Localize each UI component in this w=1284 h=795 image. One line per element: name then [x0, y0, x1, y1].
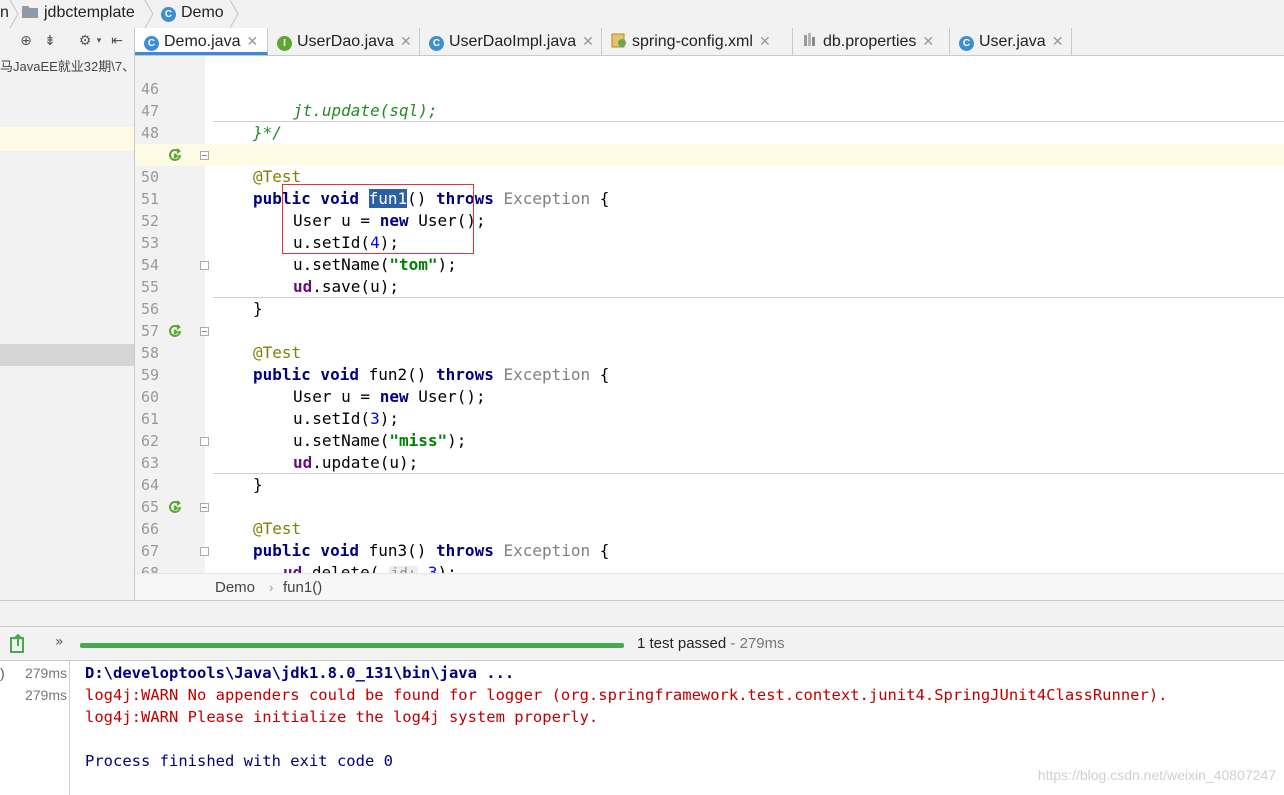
breadcrumb-method[interactable]: fun1() — [283, 579, 322, 596]
code-line-47[interactable]: 47 }*/ — [135, 78, 1284, 142]
folder-icon — [22, 6, 38, 18]
fold-icon[interactable] — [200, 151, 209, 160]
project-tree-selected-row[interactable] — [0, 344, 134, 366]
code-line-55[interactable]: 55 } — [135, 254, 1284, 318]
console-warning-line: log4j:WARN No appenders could be found f… — [85, 686, 1168, 704]
class-icon: C — [959, 36, 974, 51]
tab-userdao-java[interactable]: I UserDao.java ✕ — [268, 28, 420, 55]
spring-xml-icon — [611, 33, 626, 48]
code-line-58[interactable]: 58 public void fun2() throws Exception { — [135, 320, 1284, 384]
tab-label: UserDao.java — [297, 33, 394, 50]
run-test-icon[interactable] — [167, 499, 183, 515]
close-icon[interactable]: ✕ — [400, 33, 412, 49]
code-line-46[interactable]: 46 jt.update(sql); — [135, 56, 1284, 120]
code-line-50[interactable]: 50 public void fun1() throws Exception { — [135, 144, 1284, 208]
breadcrumb-file-label: Demo — [181, 4, 224, 21]
chevron-right-icon — [143, 0, 155, 28]
chevron-right-icon — [8, 0, 20, 28]
console-warning-line: log4j:WARN Please initialize the log4j s… — [85, 708, 599, 726]
tab-label: Demo.java — [164, 33, 241, 50]
breadcrumb-project[interactable]: jdbctemplate — [22, 4, 135, 22]
code-line-68[interactable]: 68 } — [135, 540, 1284, 573]
project-tree-item[interactable]: 马JavaEE就业32期\7、 — [0, 56, 134, 74]
test-tree: ) 279ms 279ms — [0, 661, 70, 795]
code-line-69[interactable]: 69 — [135, 562, 1284, 573]
fold-icon[interactable] — [200, 261, 209, 270]
test-result-summary: 1 test passed - 279ms — [637, 635, 785, 652]
code-line-67[interactable]: 67 ud.delete( id: 3); — [135, 518, 1284, 573]
hide-panel-icon[interactable]: ⇤ — [108, 32, 126, 50]
test-result-text: 1 test passed — [637, 635, 727, 652]
code-line-48[interactable]: 48 — [135, 100, 1284, 142]
test-duration: - 279ms — [726, 635, 785, 652]
class-icon: C — [161, 7, 176, 22]
project-panel: ⊕ ⇟ ⚙ ▾ ⇤ 马JavaEE就业32期\7、 — [0, 28, 135, 600]
tab-label: UserDaoImpl.java — [449, 33, 577, 50]
tree-row-fragment: ) — [0, 665, 5, 681]
test-progress-bar — [80, 643, 624, 648]
tool-window-header — [0, 600, 1284, 627]
code-line-64[interactable]: 64 — [135, 452, 1284, 494]
close-icon[interactable]: ✕ — [759, 33, 771, 49]
properties-icon — [804, 33, 815, 46]
close-icon[interactable]: ✕ — [246, 33, 258, 49]
collapse-all-icon[interactable]: ⇟ — [41, 32, 59, 50]
class-icon: C — [144, 36, 159, 51]
test-time[interactable]: 279ms — [25, 687, 67, 703]
run-test-icon[interactable] — [167, 147, 183, 163]
project-toolbar: ⊕ ⇟ ⚙ ▾ ⇤ — [0, 28, 134, 54]
tab-db-properties[interactable]: db.properties ✕ — [793, 28, 950, 55]
close-icon[interactable]: ✕ — [1052, 33, 1064, 49]
code-line-66[interactable]: 66 public void fun3() throws Exception { — [135, 496, 1284, 560]
watermark-text: https://blog.csdn.net/weixin_40807247 — [1037, 767, 1276, 783]
breadcrumb-project-label: jdbctemplate — [44, 4, 135, 21]
test-time[interactable]: 279ms — [25, 665, 67, 681]
navigation-bar: n jdbctemplate C Demo — [0, 0, 1284, 29]
project-tree-highlight — [0, 127, 134, 151]
close-icon[interactable]: ✕ — [922, 33, 934, 49]
export-test-results-icon[interactable] — [9, 634, 27, 654]
highlight-box — [282, 184, 474, 254]
run-test-icon[interactable] — [167, 323, 183, 339]
class-icon: C — [429, 36, 444, 51]
fold-icon[interactable] — [200, 503, 209, 512]
code-line-57[interactable]: 57 @Test — [135, 298, 1284, 362]
tab-spring-config-xml[interactable]: spring-config.xml ✕ — [602, 28, 793, 55]
tab-label: db.properties — [823, 33, 917, 50]
test-runner-toolbar: » 1 test passed - 279ms — [0, 626, 1284, 661]
editor-tab-bar: C Demo.java ✕ I UserDao.java ✕ C UserDaoImpl.… — [135, 28, 1284, 56]
code-line-62[interactable]: 62 ud.update(u); — [135, 408, 1284, 472]
chevron-right-icon — [228, 0, 240, 28]
code-line-61[interactable]: 61 u.setName("miss"); — [135, 386, 1284, 450]
dropdown-arrow-icon[interactable]: ▾ — [90, 32, 108, 50]
code-line-56[interactable]: 56 — [135, 276, 1284, 318]
console-exit-line: Process finished with exit code 0 — [85, 752, 393, 770]
tab-label: spring-config.xml — [632, 33, 753, 50]
breadcrumb-class[interactable]: Demo — [215, 579, 255, 596]
tab-userdaoimpl-java[interactable]: C UserDaoImpl.java ✕ — [420, 28, 602, 55]
code-editor[interactable]: 46 jt.update(sql); 47 }*/ 48 49 @Test 50… — [135, 56, 1284, 573]
code-line-49[interactable]: 49 @Test — [135, 122, 1284, 186]
code-line-59[interactable]: 59 User u = new User(); — [135, 342, 1284, 406]
fold-icon[interactable] — [200, 547, 209, 556]
tab-label: User.java — [979, 33, 1046, 50]
chevron-right-icon: › — [269, 580, 274, 595]
locate-icon[interactable]: ⊕ — [17, 32, 35, 50]
breadcrumb-file[interactable]: C Demo — [161, 4, 224, 22]
tab-demo-java[interactable]: C Demo.java ✕ — [135, 28, 268, 55]
fold-icon[interactable] — [200, 327, 209, 336]
tab-user-java[interactable]: C User.java ✕ — [950, 28, 1072, 55]
code-line-60[interactable]: 60 u.setId(3); — [135, 364, 1284, 428]
more-actions-icon[interactable]: » — [55, 634, 64, 650]
editor-breadcrumb: Demo › fun1() — [135, 573, 1284, 601]
console-command-line: D:\developtools\Java\jdk1.8.0_131\bin\ja… — [85, 664, 515, 682]
code-line-63[interactable]: 63 } — [135, 430, 1284, 494]
close-icon[interactable]: ✕ — [582, 33, 594, 49]
interface-icon: I — [277, 36, 292, 51]
fold-icon[interactable] — [200, 437, 209, 446]
code-line-65[interactable]: 65 @Test — [135, 474, 1284, 538]
